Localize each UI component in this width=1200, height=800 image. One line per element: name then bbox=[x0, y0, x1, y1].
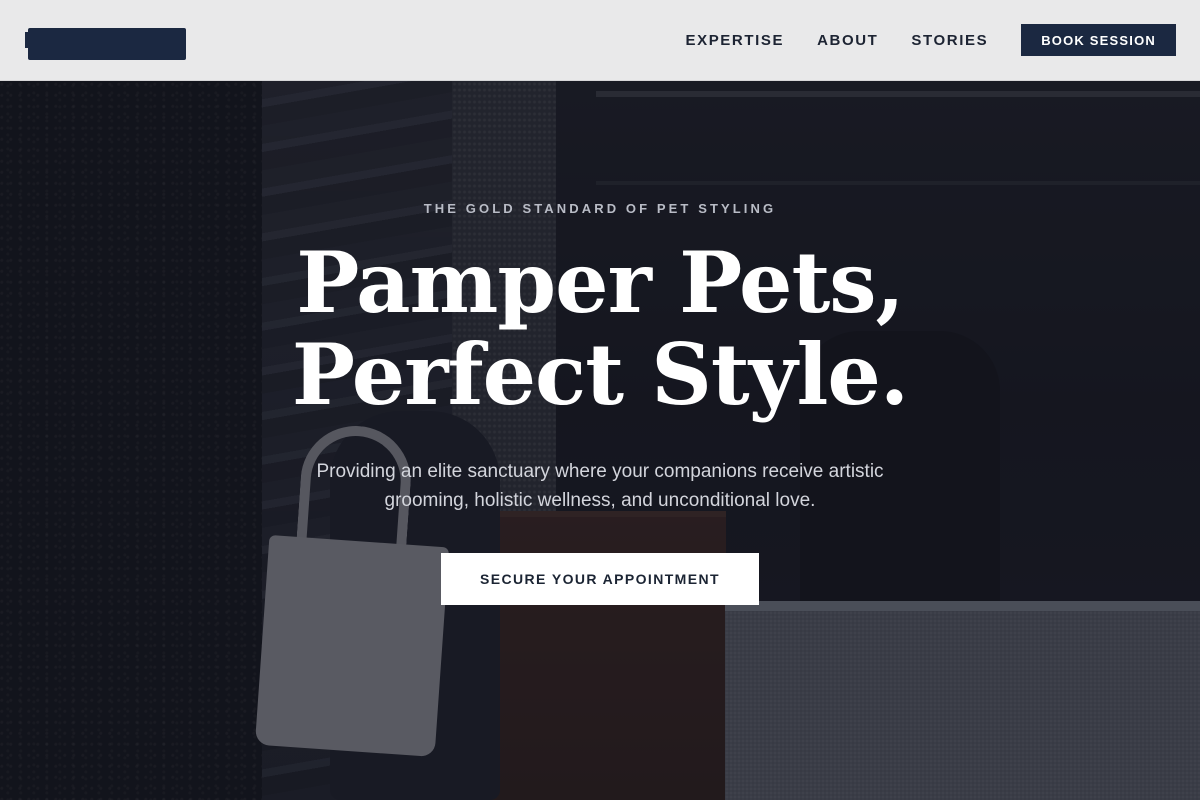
nav-link-expertise[interactable]: EXPERTISE bbox=[685, 32, 784, 49]
hero-headline-line-1: Pamper Pets, bbox=[296, 233, 905, 332]
hero-headline: Pamper Pets, Perfect Style. bbox=[0, 237, 1200, 421]
brand-logo[interactable] bbox=[25, 28, 186, 60]
landing-page: EXPERTISE ABOUT STORIES BOOK SESSION THE… bbox=[0, 0, 1200, 800]
hero-section: THE GOLD STANDARD OF PET STYLING Pamper … bbox=[0, 81, 1200, 800]
secure-appointment-button[interactable]: SECURE YOUR APPOINTMENT bbox=[441, 553, 759, 605]
hero-headline-line-2: Perfect Style. bbox=[291, 325, 909, 424]
nav-link-about[interactable]: ABOUT bbox=[817, 32, 878, 49]
hero-content: THE GOLD STANDARD OF PET STYLING Pamper … bbox=[0, 81, 1200, 800]
book-session-button[interactable]: BOOK SESSION bbox=[1021, 24, 1176, 56]
hero-subtitle: Providing an elite sanctuary where your … bbox=[316, 461, 884, 511]
nav-link-stories[interactable]: STORIES bbox=[911, 32, 988, 49]
hero-eyebrow: THE GOLD STANDARD OF PET STYLING bbox=[423, 201, 777, 216]
main-nav: EXPERTISE ABOUT STORIES BOOK SESSION bbox=[685, 24, 1176, 56]
site-header: EXPERTISE ABOUT STORIES BOOK SESSION bbox=[0, 0, 1200, 81]
